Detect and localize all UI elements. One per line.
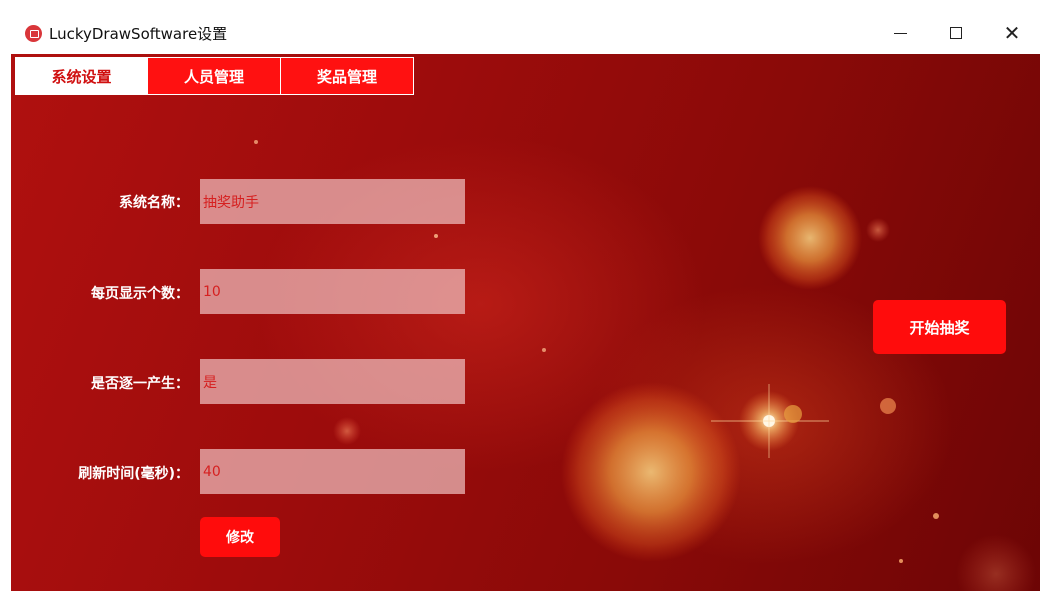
bokeh-light (784, 405, 802, 423)
modify-button[interactable]: 修改 (200, 517, 280, 557)
desktop-background-edge (0, 12, 11, 591)
maximize-button[interactable] (928, 12, 984, 54)
bokeh-light (899, 559, 903, 563)
system-name-input[interactable]: 抽奖助手 (200, 179, 465, 224)
one-by-one-label: 是否逐一产生： (91, 376, 189, 392)
tab-prize-management[interactable]: 奖品管理 (281, 57, 414, 95)
close-button[interactable]: ✕ (984, 12, 1040, 54)
refresh-time-label: 刷新时间(毫秒)： (78, 466, 189, 482)
bokeh-light (434, 234, 438, 238)
tab-personnel-management[interactable]: 人员管理 (148, 57, 281, 95)
bokeh-light (956, 534, 1036, 591)
window-title: LuckyDrawSoftware设置 (49, 25, 228, 43)
system-name-label: 系统名称： (119, 195, 189, 211)
firework-burst (561, 382, 741, 562)
bokeh-light (933, 513, 939, 519)
app-icon (25, 25, 42, 42)
close-icon: ✕ (1003, 21, 1021, 45)
bokeh-light (333, 417, 361, 445)
tab-system-settings[interactable]: 系统设置 (15, 57, 148, 95)
bokeh-light (880, 398, 896, 414)
bokeh-light (254, 140, 258, 144)
items-per-page-label: 每页显示个数： (91, 286, 189, 302)
items-per-page-input[interactable]: 10 (200, 269, 465, 314)
start-draw-button[interactable]: 开始抽奖 (873, 300, 1006, 354)
minimize-icon (893, 32, 907, 34)
maximize-icon (950, 27, 962, 39)
settings-window: LuckyDrawSoftware设置 ✕ 系统设置 人员管理 奖品管理 系统名… (11, 12, 1040, 591)
bokeh-light (866, 218, 890, 242)
title-bar[interactable]: LuckyDrawSoftware设置 ✕ (11, 12, 1040, 54)
one-by-one-input[interactable]: 是 (200, 359, 465, 404)
tab-strip: 系统设置 人员管理 奖品管理 (15, 57, 414, 95)
desktop-background-strip (0, 0, 1040, 12)
bokeh-light (542, 348, 546, 352)
settings-panel: 系统设置 人员管理 奖品管理 系统名称： 抽奖助手 每页显示个数： 10 是否逐… (11, 54, 1040, 591)
refresh-time-input[interactable]: 40 (200, 449, 465, 494)
minimize-button[interactable] (872, 12, 928, 54)
firework-burst (758, 186, 862, 290)
